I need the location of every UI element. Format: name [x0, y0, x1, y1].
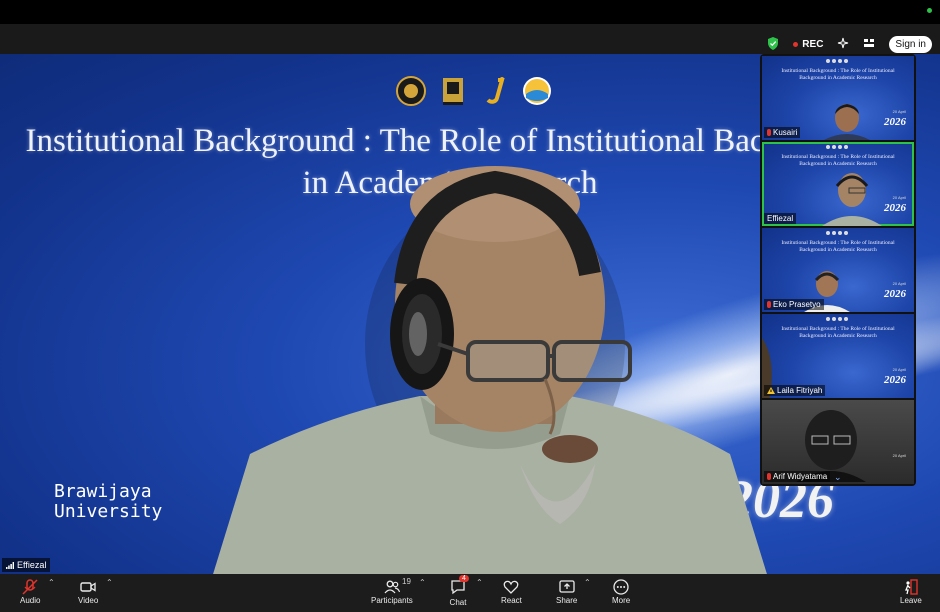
participants-label: Participants	[371, 596, 413, 605]
tile-year: 2026	[884, 202, 906, 214]
tile-year: 2026	[884, 288, 906, 300]
speaker-name-tag: Effiezal	[2, 558, 51, 572]
tile-slide-title: Institutional Background : The Role of I…	[781, 240, 895, 253]
security-shield-icon[interactable]	[767, 36, 779, 53]
chat-unread-badge: 4	[459, 575, 469, 582]
muted-mic-icon	[767, 473, 771, 480]
tile-year: 2026	[884, 116, 906, 128]
tile-logos	[826, 145, 848, 149]
recording-label: REC	[802, 39, 824, 50]
gallery-view-icon[interactable]	[863, 37, 875, 52]
speaker-video	[213, 166, 767, 574]
tile-date: 20 April	[892, 195, 906, 200]
faculty-emblem-icon	[443, 78, 463, 105]
participant-tile-active[interactable]: Institutional Background : The Role of I…	[762, 142, 914, 226]
participant-video	[822, 173, 882, 226]
more-button[interactable]: More	[612, 578, 630, 605]
participants-count: 19	[402, 577, 411, 586]
video-options-caret-icon[interactable]: ⌃	[106, 578, 113, 587]
tile-logos	[826, 231, 848, 235]
sign-in-button[interactable]: Sign in	[889, 36, 932, 53]
title-bar	[0, 0, 940, 24]
chat-options-caret-icon[interactable]: ⌃	[476, 578, 483, 587]
react-button[interactable]: React	[501, 578, 522, 605]
participant-name: Eko Prasetyo	[773, 300, 821, 309]
share-options-caret-icon[interactable]: ⌃	[584, 578, 591, 587]
partner-badge-icon	[523, 77, 551, 105]
participant-name: Effiezal	[767, 214, 794, 223]
participant-name-tag: Effiezal	[764, 213, 797, 224]
more-label: More	[612, 596, 631, 605]
video-camera-icon	[80, 582, 96, 592]
share-screen-icon	[559, 580, 575, 593]
university-name: Brawijaya University	[54, 482, 184, 522]
video-label: Video	[78, 596, 99, 605]
heart-icon	[504, 580, 519, 594]
participant-gallery[interactable]: Institutional Background : The Role of I…	[760, 54, 916, 486]
recording-dot-icon	[793, 42, 799, 47]
tile-date: 20 April	[892, 367, 906, 372]
participant-name-tag: Eko Prasetyo	[764, 299, 824, 310]
journal-logo-icon	[486, 77, 505, 104]
chat-button[interactable]: 4 Chat	[449, 575, 469, 607]
participant-video	[824, 104, 870, 140]
signal-strength-icon	[6, 561, 14, 569]
tile-year: 2026	[884, 374, 906, 386]
warning-icon	[767, 387, 775, 394]
speaker-name: Effiezal	[17, 560, 47, 570]
muted-mic-icon	[767, 301, 771, 308]
tile-slide-title: Institutional Background : The Role of I…	[781, 326, 895, 339]
participant-tile[interactable]: Institutional Background : The Role of I…	[762, 314, 914, 398]
video-button[interactable]: Video	[78, 578, 98, 605]
share-label: Share	[556, 596, 578, 605]
status-dot-icon	[927, 8, 932, 13]
zoom-meeting-window: REC Sign in Institutional Background : T…	[0, 0, 940, 612]
participants-icon	[384, 580, 400, 594]
tile-logos	[826, 317, 848, 321]
participant-name-tag: Laila Fitriyah	[764, 385, 826, 396]
tile-date: 20 April	[892, 453, 906, 458]
more-options-icon	[613, 579, 629, 595]
institution-logos	[396, 76, 552, 106]
participants-options-caret-icon[interactable]: ⌃	[419, 578, 426, 587]
sparkle-icon[interactable]	[837, 37, 849, 52]
participant-tile[interactable]: Institutional Background : The Role of I…	[762, 228, 914, 312]
participant-name: Kusairi	[773, 128, 798, 137]
meeting-toolbar: Audio ⌃ Video ⌃ Participants 19 ⌃ 4 Chat…	[0, 574, 940, 612]
tile-date: 20 April	[892, 281, 906, 286]
chat-label: Chat	[449, 598, 467, 607]
leave-door-icon	[904, 579, 918, 595]
audio-button[interactable]: Audio	[20, 578, 40, 605]
participant-name-tag: Kusairi	[764, 127, 801, 138]
participant-tile[interactable]: Institutional Background : The Role of I…	[762, 56, 914, 140]
participant-name: Laila Fitriyah	[777, 386, 823, 395]
muted-mic-icon	[767, 129, 771, 136]
university-seal-icon	[396, 76, 426, 106]
share-button[interactable]: Share	[556, 578, 577, 605]
recording-indicator[interactable]: REC	[793, 39, 823, 50]
participant-name: Arif Widyatama	[773, 472, 828, 481]
muted-microphone-icon	[22, 579, 38, 595]
leave-button[interactable]: Leave	[900, 578, 922, 605]
tile-date: 20 April	[892, 109, 906, 114]
meeting-header-controls: REC Sign in	[767, 36, 932, 53]
react-label: React	[501, 596, 522, 605]
tile-slide-title: Institutional Background : The Role of I…	[781, 68, 895, 81]
audio-options-caret-icon[interactable]: ⌃	[48, 578, 55, 587]
gallery-scroll-chevron-down-icon[interactable]: ⌄	[834, 472, 842, 483]
university-label: Brawijaya University	[54, 481, 163, 522]
participant-name-tag: Arif Widyatama	[764, 471, 831, 482]
audio-label: Audio	[20, 596, 41, 605]
leave-label: Leave	[900, 596, 922, 605]
tile-logos	[826, 59, 848, 63]
